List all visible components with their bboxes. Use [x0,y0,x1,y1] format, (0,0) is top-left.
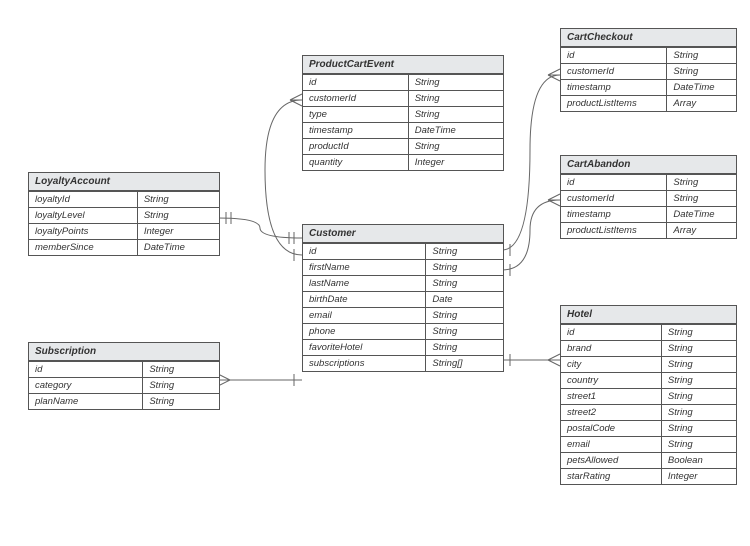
entity-hotel: Hotel idString brandString cityString co… [560,305,737,485]
entity-fields: idString firstNameString lastNameString … [303,243,503,371]
entity-fields: idString categoryString planNameString [29,361,219,409]
entity-title: Customer [303,225,503,243]
er-diagram-canvas: LoyaltyAccount loyaltyIdString loyaltyLe… [0,0,750,546]
entity-title: Hotel [561,306,736,324]
entity-customer: Customer idString firstNameString lastNa… [302,224,504,372]
entity-cart-abandon: CartAbandon idString customerIdString ti… [560,155,737,239]
entity-title: Subscription [29,343,219,361]
entity-title: CartCheckout [561,29,736,47]
entity-fields: loyaltyIdString loyaltyLevelString loyal… [29,191,219,255]
entity-loyalty-account: LoyaltyAccount loyaltyIdString loyaltyLe… [28,172,220,256]
entity-fields: idString customerIdString typeString tim… [303,74,503,170]
entity-title: CartAbandon [561,156,736,174]
entity-cart-checkout: CartCheckout idString customerIdString t… [560,28,737,112]
entity-title: ProductCartEvent [303,56,503,74]
entity-fields: idString customerIdString timestampDateT… [561,47,736,111]
entity-fields: idString customerIdString timestampDateT… [561,174,736,238]
entity-product-cart-event: ProductCartEvent idString customerIdStri… [302,55,504,171]
entity-subscription: Subscription idString categoryString pla… [28,342,220,410]
entity-fields: idString brandString cityString countryS… [561,324,736,484]
entity-title: LoyaltyAccount [29,173,219,191]
